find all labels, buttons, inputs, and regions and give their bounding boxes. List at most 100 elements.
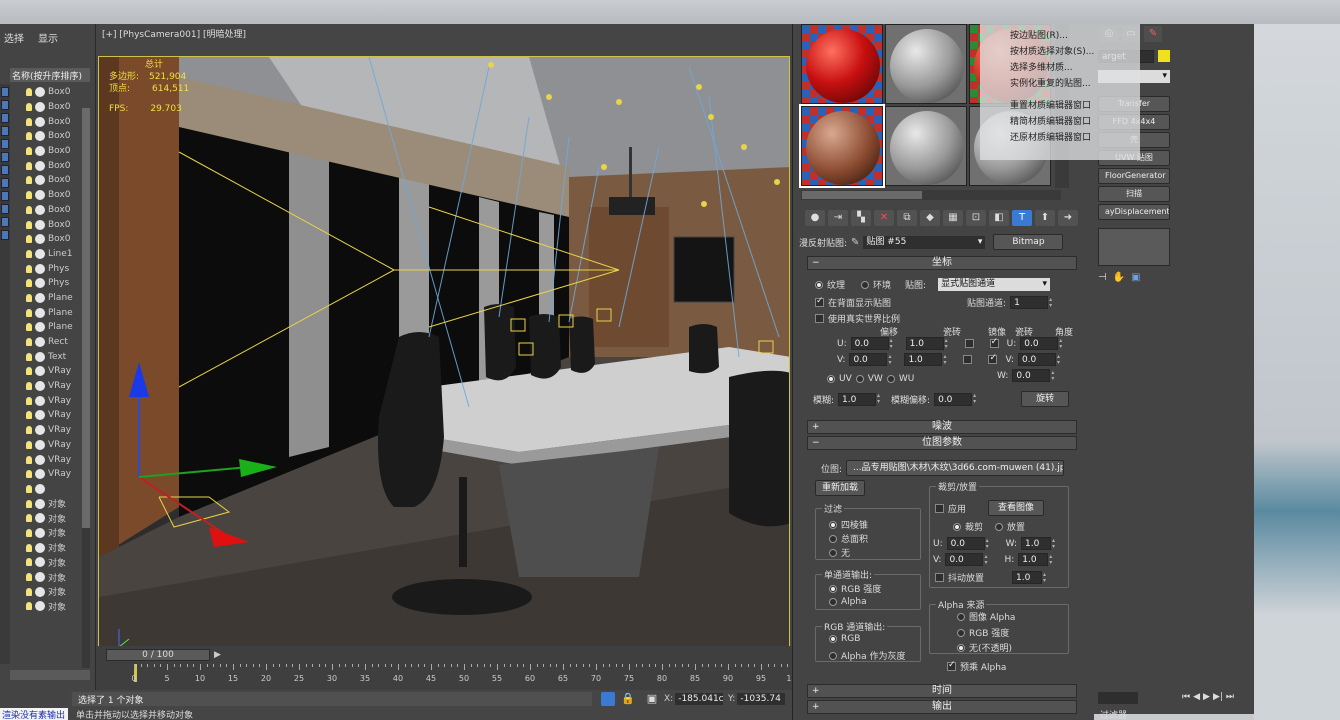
- light-bulb-icon[interactable]: [26, 249, 32, 258]
- render-status-button[interactable]: 渲染没有素输出: [0, 708, 68, 720]
- light-bulb-icon[interactable]: [26, 528, 32, 537]
- filter-icon[interactable]: [1, 191, 9, 201]
- filter-icon[interactable]: [1, 113, 9, 123]
- light-bulb-icon[interactable]: [26, 293, 32, 302]
- visibility-icon[interactable]: [35, 146, 45, 157]
- light-bulb-icon[interactable]: [26, 367, 32, 376]
- texture-radio[interactable]: [815, 280, 823, 289]
- visibility-icon[interactable]: [35, 381, 45, 392]
- object-color-swatch[interactable]: [1158, 50, 1170, 62]
- rollout-time[interactable]: + 时间: [807, 684, 1077, 698]
- explorer-row[interactable]: Phys: [26, 276, 73, 291]
- go-forward-sibling-icon[interactable]: ➜: [1058, 210, 1078, 226]
- visibility-icon[interactable]: [35, 322, 45, 333]
- light-bulb-icon[interactable]: [26, 426, 32, 435]
- filter-icon[interactable]: [1, 126, 9, 136]
- material-id-icon[interactable]: ▦: [943, 210, 963, 226]
- sample-slot-scrollbar[interactable]: [801, 190, 1061, 200]
- alpha-rgb-radio[interactable]: [957, 628, 965, 637]
- explorer-row[interactable]: Box0: [26, 203, 73, 218]
- light-bulb-icon[interactable]: [26, 323, 32, 332]
- light-bulb-icon[interactable]: [26, 499, 32, 508]
- jitter-spinner[interactable]: 1.0 ▴ ▾: [1012, 571, 1049, 584]
- assign-material-icon[interactable]: ▚: [851, 210, 871, 226]
- visibility-icon[interactable]: [35, 160, 45, 171]
- explorer-row[interactable]: Text: [26, 349, 73, 364]
- blur-offset-spinner[interactable]: 0.0 ▴ ▾: [934, 392, 979, 406]
- filter-dropdown[interactable]: [1098, 692, 1138, 704]
- visibility-icon[interactable]: [35, 263, 45, 274]
- previous-frame-icon[interactable]: ◀: [1193, 692, 1200, 710]
- u-offset-spinner[interactable]: 0.0 ▴ ▾: [850, 337, 896, 350]
- light-bulb-icon[interactable]: [26, 220, 32, 229]
- play-icon[interactable]: ▶: [1203, 692, 1210, 710]
- real-world-scale-checkbox[interactable]: [815, 314, 824, 323]
- explorer-row[interactable]: Line1: [26, 247, 73, 262]
- menu-item-1[interactable]: 按材质选择对象(S)...: [984, 42, 1136, 58]
- menu-item-0[interactable]: 按边贴图(R)...: [984, 26, 1136, 42]
- light-bulb-icon[interactable]: [26, 411, 32, 420]
- get-material-icon[interactable]: ●: [805, 210, 825, 226]
- light-bulb-icon[interactable]: [26, 602, 32, 611]
- visibility-icon[interactable]: [35, 586, 45, 597]
- show-map-on-back-checkbox[interactable]: [815, 296, 824, 307]
- light-bulb-icon[interactable]: [26, 88, 32, 97]
- map-type-button[interactable]: Bitmap: [993, 234, 1064, 250]
- next-frame-icon[interactable]: ▶|: [1213, 692, 1223, 710]
- show-shaded-icon[interactable]: ⊡: [966, 210, 986, 226]
- visibility-icon[interactable]: [35, 557, 45, 568]
- environ-radio[interactable]: [861, 280, 870, 289]
- crop-h-spinner[interactable]: 1.0 ▴ ▾: [1018, 553, 1055, 566]
- filter-pyramidal-radio[interactable]: [829, 520, 837, 529]
- make-unique-icon[interactable]: ◆: [920, 210, 940, 226]
- map-channel-spinner[interactable]: 1 ▴ ▾: [1010, 296, 1055, 309]
- light-bulb-icon[interactable]: [26, 382, 32, 391]
- visibility-icon[interactable]: [35, 102, 45, 113]
- explorer-row[interactable]: VRay: [26, 408, 73, 423]
- menu-select[interactable]: 选择: [4, 30, 24, 45]
- light-bulb-icon[interactable]: [26, 455, 32, 464]
- light-bulb-icon[interactable]: [26, 470, 32, 479]
- light-bulb-icon[interactable]: [26, 352, 32, 361]
- light-bulb-icon[interactable]: [26, 338, 32, 347]
- filter-icon[interactable]: [1, 178, 9, 188]
- crop-w-spinner[interactable]: 1.0 ▴ ▾: [1021, 537, 1058, 550]
- visibility-icon[interactable]: [35, 542, 45, 553]
- go-to-parent-icon[interactable]: ⬆: [1035, 210, 1055, 226]
- go-to-start-icon[interactable]: ⏮: [1182, 692, 1190, 710]
- visibility-icon[interactable]: [35, 395, 45, 406]
- visibility-icon[interactable]: [35, 572, 45, 583]
- visibility-icon[interactable]: [35, 425, 45, 436]
- explorer-scrollbar[interactable]: [82, 108, 90, 668]
- sample-slot-1[interactable]: [801, 24, 883, 104]
- light-bulb-icon[interactable]: [26, 264, 32, 273]
- time-slider-next-icon[interactable]: ▶: [214, 649, 230, 661]
- mono-alpha-radio[interactable]: [829, 598, 837, 606]
- u-tiling-spinner[interactable]: 1.0 ▴ ▾: [905, 337, 951, 350]
- rgb-alpha-gray-radio[interactable]: [829, 651, 837, 660]
- rgb-rgb-radio[interactable]: [829, 635, 837, 643]
- explorer-row[interactable]: Phys: [26, 261, 73, 276]
- light-bulb-icon[interactable]: [26, 205, 32, 214]
- explorer-row[interactable]: VRay: [26, 467, 73, 482]
- put-to-scene-icon[interactable]: ⇥: [828, 210, 848, 226]
- explorer-row[interactable]: Box0: [26, 232, 73, 247]
- explorer-row[interactable]: Plane: [26, 291, 73, 306]
- mapping-dropdown[interactable]: 显式贴图通道: [938, 278, 1051, 291]
- visibility-icon[interactable]: [35, 278, 45, 289]
- visibility-icon[interactable]: [35, 190, 45, 201]
- viewport[interactable]: [+] [PhysCamera001] [明暗处理] 总计 多边形: 521,90…: [96, 24, 792, 654]
- visibility-icon[interactable]: [35, 175, 45, 186]
- visibility-icon[interactable]: [35, 116, 45, 127]
- light-bulb-icon[interactable]: [26, 132, 32, 141]
- light-bulb-icon[interactable]: [26, 543, 32, 552]
- explorer-row[interactable]: VRay: [26, 423, 73, 438]
- crop-radio[interactable]: [953, 522, 961, 531]
- sample-slot-5[interactable]: [885, 106, 967, 186]
- visibility-icon[interactable]: [35, 292, 45, 303]
- light-bulb-icon[interactable]: [26, 279, 32, 288]
- explorer-row[interactable]: Plane: [26, 320, 73, 335]
- visibility-icon[interactable]: [35, 469, 45, 480]
- visibility-icon[interactable]: [35, 483, 45, 494]
- light-bulb-icon[interactable]: [26, 396, 32, 405]
